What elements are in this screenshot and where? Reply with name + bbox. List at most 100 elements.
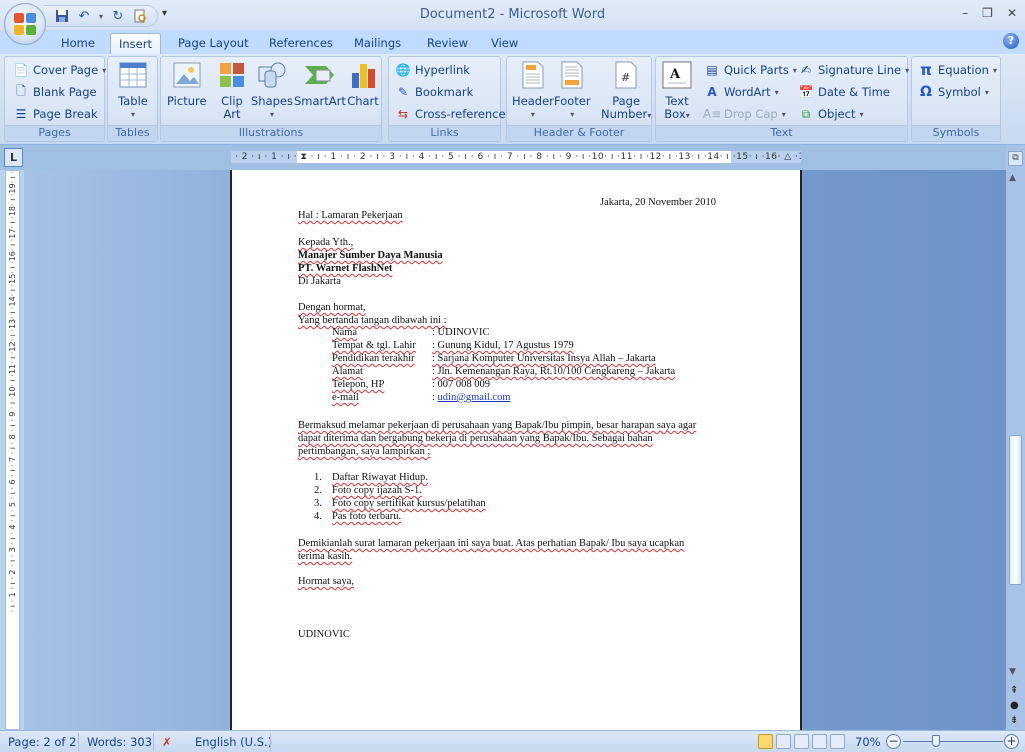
smartart-icon bbox=[304, 59, 336, 91]
smartart-button[interactable]: SmartArt bbox=[294, 59, 346, 108]
group-label-text: Text bbox=[656, 125, 907, 141]
undo-icon[interactable]: ↶ bbox=[76, 8, 92, 24]
scroll-thumb[interactable] bbox=[1009, 435, 1022, 585]
svg-text:A: A bbox=[669, 67, 681, 82]
full-screen-reading-view-button[interactable] bbox=[776, 734, 791, 749]
bookmark-button[interactable]: ✎ Bookmark bbox=[395, 84, 473, 100]
tab-review[interactable]: Review bbox=[427, 33, 468, 54]
tab-insert[interactable]: Insert bbox=[110, 33, 161, 54]
page-count[interactable]: Page: 2 of 2 bbox=[8, 735, 76, 749]
redo-icon[interactable]: ↻ bbox=[110, 8, 126, 24]
blank-page-button[interactable]: 🗋 Blank Page bbox=[13, 83, 96, 100]
customize-qat-button[interactable]: ▾ bbox=[162, 8, 167, 19]
document-page[interactable]: Jakarta, 20 November 2010 Hal : Lamaran … bbox=[230, 170, 802, 730]
closing-line: Demikianlah surat lamaran pekerjaan ini … bbox=[298, 538, 685, 549]
svg-text:#: # bbox=[621, 71, 630, 84]
office-button[interactable] bbox=[4, 3, 46, 45]
equation-button[interactable]: π Equation ▾ bbox=[918, 61, 997, 79]
drop-cap-button[interactable]: A≡ Drop Cap ▾ bbox=[703, 106, 786, 122]
language[interactable]: English (U.S.) bbox=[195, 735, 272, 749]
cross-reference-button[interactable]: ⇆ Cross-reference bbox=[395, 106, 506, 122]
wordart-button[interactable]: A WordArt ▾ bbox=[704, 84, 778, 100]
body-line: pertimbangan, saya lampirkan ; bbox=[298, 446, 431, 457]
tab-home[interactable]: Home bbox=[61, 33, 95, 54]
ribbon-tabs: Home Insert Page Layout References Maili… bbox=[0, 30, 1025, 54]
proofing-error-icon[interactable]: ✗ bbox=[162, 735, 172, 749]
list-item: Daftar Riwayat Hidup. bbox=[332, 472, 428, 483]
horizontal-ruler[interactable]: · 2 · ı · 1 · ı · ⧗ · ı · 1 · ı · 2 · ı … bbox=[230, 150, 802, 164]
group-label-links: Links bbox=[389, 125, 500, 141]
vertical-ruler[interactable]: · ı · 1 · ı · 2 · ı · 3 · ı · 4 · ı · 5 … bbox=[5, 170, 20, 730]
field-value: : udin@gmail.com bbox=[432, 392, 511, 403]
horizontal-ruler-ticks: · 2 · ı · 1 · ı · ⧗ · ı · 1 · ı · 2 · ı … bbox=[235, 152, 801, 162]
pi-icon: π bbox=[920, 61, 932, 79]
group-tables: Table ▾ Tables bbox=[107, 56, 158, 142]
zoom-slider[interactable] bbox=[903, 741, 1003, 742]
group-label-illustrations: Illustrations bbox=[161, 125, 381, 141]
previous-page-icon[interactable]: ⇞ bbox=[1010, 685, 1018, 696]
zoom-slider-thumb[interactable] bbox=[932, 735, 940, 747]
scroll-down-arrow[interactable]: ▼ bbox=[1009, 667, 1016, 677]
minimize-button[interactable]: – bbox=[962, 6, 968, 20]
picture-button[interactable]: Picture bbox=[167, 59, 207, 108]
zoom-in-button[interactable]: + bbox=[1004, 734, 1019, 749]
tab-mailings[interactable]: Mailings bbox=[354, 33, 401, 54]
undo-dropdown-icon[interactable]: ▾ bbox=[98, 8, 104, 24]
group-label-pages: Pages bbox=[5, 125, 104, 141]
help-icon[interactable]: ? bbox=[1003, 33, 1019, 49]
shapes-icon bbox=[256, 59, 288, 91]
vertical-scrollbar[interactable]: ⧉ ▲ ▼ ⇞ ● ⇟ bbox=[1006, 145, 1025, 730]
clip-art-button[interactable]: Clip Art bbox=[216, 59, 248, 121]
chart-icon bbox=[347, 59, 379, 91]
cross-reference-icon: ⇆ bbox=[397, 107, 409, 121]
draft-view-button[interactable] bbox=[830, 734, 845, 749]
symbol-button[interactable]: Ω Symbol ▾ bbox=[918, 84, 989, 100]
office-logo-icon bbox=[14, 13, 36, 35]
field-label: e-mail bbox=[332, 392, 359, 403]
text-box-button[interactable]: A Text Box▾ bbox=[661, 59, 693, 122]
page-break-button[interactable]: ☰ Page Break bbox=[13, 106, 98, 122]
recipient-title: Manajer Sumber Daya Manusia bbox=[298, 250, 443, 261]
hyperlink-button[interactable]: 🌐 Hyperlink bbox=[395, 62, 470, 78]
page-number-button[interactable]: # Page Number▾ bbox=[601, 59, 651, 122]
scroll-up-arrow[interactable]: ▲ bbox=[1009, 173, 1016, 183]
text-box-icon: A bbox=[661, 59, 693, 91]
outline-view-button[interactable] bbox=[812, 734, 827, 749]
blank-page-icon: 🗋 bbox=[16, 83, 26, 98]
list-item: Pas foto terbaru. bbox=[332, 511, 402, 522]
cover-page-button[interactable]: 📄 Cover Page ▾ bbox=[13, 62, 107, 78]
tab-view[interactable]: View bbox=[491, 33, 518, 54]
object-button[interactable]: ⧉ Object ▾ bbox=[798, 106, 864, 122]
footer-button[interactable]: Footer ▾ bbox=[554, 59, 591, 121]
signature-line-button[interactable]: ✍ Signature Line ▾ bbox=[798, 62, 909, 78]
shapes-button[interactable]: Shapes ▾ bbox=[251, 59, 293, 121]
list-number: 2. bbox=[314, 485, 322, 496]
close-button[interactable]: ✕ bbox=[1007, 6, 1017, 20]
zoom-out-button[interactable]: − bbox=[886, 734, 901, 749]
quick-access-toolbar: ↶ ▾ ↻ bbox=[44, 5, 158, 27]
print-preview-icon[interactable] bbox=[132, 8, 148, 24]
date-time-button[interactable]: 📅 Date & Time bbox=[798, 84, 890, 100]
next-page-icon[interactable]: ⇟ bbox=[1010, 715, 1018, 726]
vertical-ruler-ticks: · ı · 1 · ı · 2 · ı · 3 · ı · 4 · ı · 5 … bbox=[8, 171, 17, 613]
word-count[interactable]: Words: 303 bbox=[87, 735, 152, 749]
web-layout-view-button[interactable] bbox=[794, 734, 809, 749]
tab-page-layout[interactable]: Page Layout bbox=[178, 33, 249, 54]
zoom-level[interactable]: 70% bbox=[855, 735, 881, 749]
tab-selector[interactable]: L bbox=[4, 148, 23, 167]
window-controls: – ❐ ✕ bbox=[962, 6, 1017, 20]
field-label: Tempat & tgl. Lahir bbox=[332, 340, 416, 351]
email-link[interactable]: udin@gmail.com bbox=[438, 392, 511, 403]
header-button[interactable]: Header ▾ bbox=[512, 59, 554, 121]
intro: Yang bertanda tangan dibawah ini : bbox=[298, 315, 447, 326]
restore-button[interactable]: ❐ bbox=[982, 6, 993, 20]
browse-object-icon[interactable]: ● bbox=[1010, 700, 1019, 711]
quick-parts-button[interactable]: ▤ Quick Parts ▾ bbox=[704, 62, 797, 78]
table-button[interactable]: Table ▾ bbox=[117, 59, 149, 121]
save-icon[interactable] bbox=[54, 8, 70, 24]
tab-references[interactable]: References bbox=[269, 33, 333, 54]
field-value: : UDINOVIC bbox=[432, 327, 490, 338]
print-layout-view-button[interactable] bbox=[758, 734, 773, 749]
view-ruler-button[interactable]: ⧉ bbox=[1008, 151, 1023, 166]
chart-button[interactable]: Chart bbox=[347, 59, 379, 108]
